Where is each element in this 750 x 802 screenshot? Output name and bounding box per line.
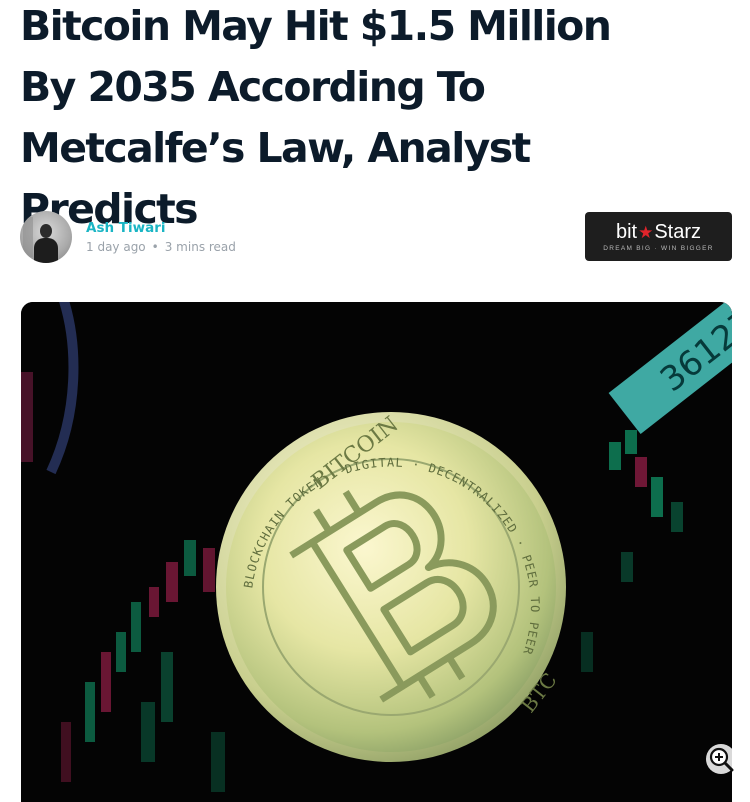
sponsor-banner[interactable]: bit★Starz DREAM BIG · WIN BIGGER — [585, 212, 732, 261]
post-meta: 1 day ago • 3 mins read — [86, 239, 236, 255]
sponsor-tagline: DREAM BIG · WIN BIGGER — [603, 245, 714, 252]
author-name-link[interactable]: Ash Tiwari — [86, 219, 236, 237]
bitcoin-coin-photo: 36127 BLOCKCHAIN TOKEN · DIGITAL · DECEN… — [21, 302, 732, 802]
star-icon: ★ — [638, 223, 654, 242]
article-headline: Bitcoin May Hit $1.5 Million By 2035 Acc… — [20, 2, 612, 233]
hero-image[interactable]: 36127 BLOCKCHAIN TOKEN · DIGITAL · DECEN… — [21, 302, 732, 802]
zoom-in-icon[interactable] — [706, 744, 736, 774]
author-meta: Ash Tiwari 1 day ago • 3 mins read — [86, 219, 236, 255]
separator-dot: • — [151, 240, 159, 254]
read-time: 3 mins read — [164, 240, 236, 254]
author-byline: Ash Tiwari 1 day ago • 3 mins read — [20, 211, 236, 263]
sponsor-logo: bit★Starz — [615, 221, 702, 243]
bitcoin-coin: BLOCKCHAIN TOKEN · DIGITAL · DECENTRALIZ… — [216, 412, 566, 762]
author-avatar[interactable] — [20, 211, 72, 263]
published-time: 1 day ago — [86, 240, 146, 254]
